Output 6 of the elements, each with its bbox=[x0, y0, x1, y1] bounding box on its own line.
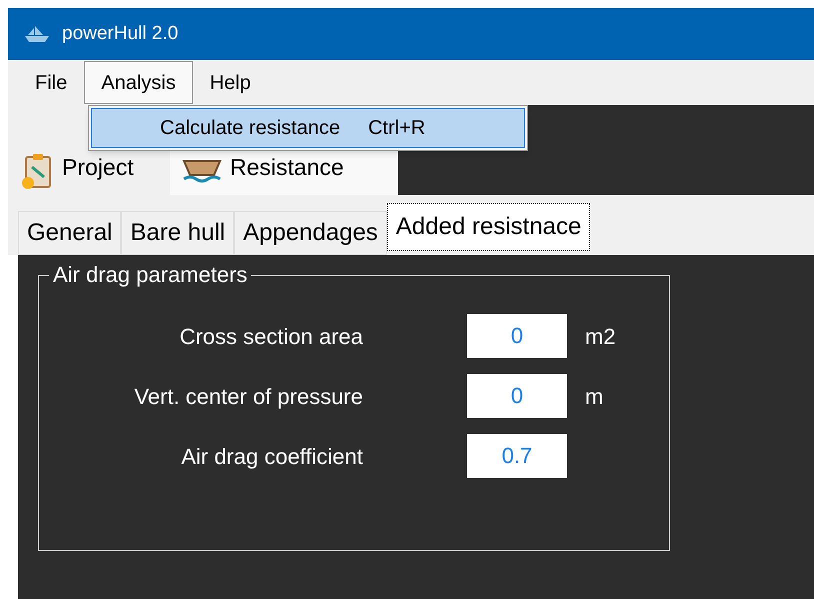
window-title: powerHull 2.0 bbox=[62, 22, 178, 46]
field-label: Cross section area bbox=[178, 322, 363, 350]
field-label: Vert. center of pressure bbox=[133, 382, 363, 411]
unit-label: m bbox=[585, 382, 604, 410]
unit-label: m2 bbox=[585, 322, 616, 350]
field-label: Air drag coefficient bbox=[180, 442, 363, 471]
